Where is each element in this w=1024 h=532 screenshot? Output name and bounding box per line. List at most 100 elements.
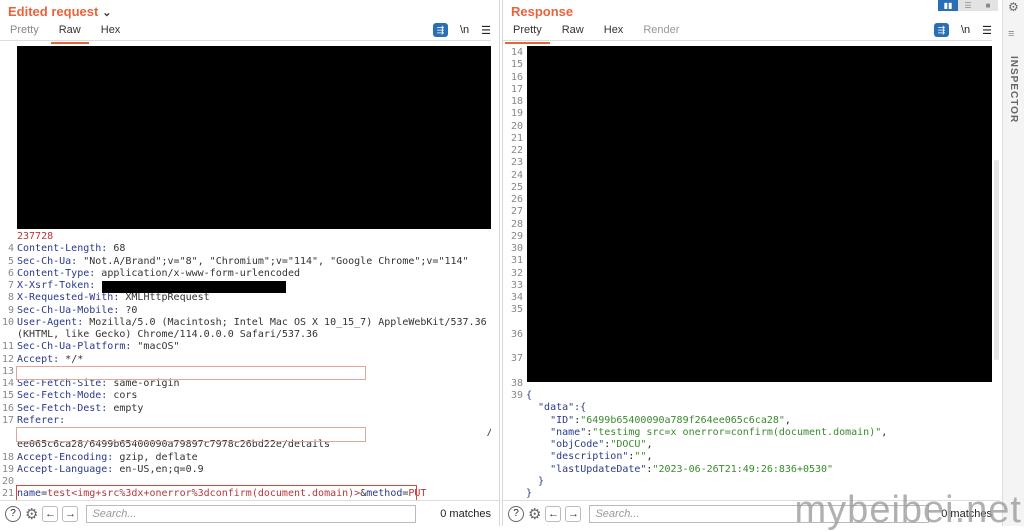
redaction-box bbox=[16, 365, 366, 380]
code-line: (KHTML, like Gecko) Chrome/114.0.0.0 Saf… bbox=[0, 329, 318, 341]
header-value: empty bbox=[107, 402, 144, 414]
wrap-lines-icon[interactable]: ⇶ bbox=[432, 23, 448, 37]
request-title[interactable]: Edited request ⌄ bbox=[8, 4, 112, 19]
json-value: "" bbox=[634, 451, 647, 463]
tab-pretty[interactable]: Pretty bbox=[503, 24, 552, 44]
newline-toggle[interactable]: \n bbox=[460, 24, 469, 36]
response-viewer[interactable]: 14 15 16 17 18 19 20 21 22 23 24 25 26 27 28 29 30 31 32 33… bbox=[503, 40, 992, 500]
line-number: 11 bbox=[1, 341, 14, 353]
header-name: Content-Length: bbox=[17, 243, 108, 255]
help-icon[interactable]: ? bbox=[508, 505, 524, 522]
split-view-icon[interactable]: ▮▮ bbox=[938, 0, 958, 11]
wrap-lines-icon[interactable]: ⇶ bbox=[933, 23, 949, 37]
tab-hex[interactable]: Hex bbox=[91, 24, 131, 40]
line-number: 18 bbox=[1, 451, 14, 463]
json-text: "data":{ bbox=[526, 402, 587, 414]
line-number: 32 bbox=[510, 267, 523, 279]
code-line: 13 bbox=[0, 366, 17, 378]
code-line: 38 bbox=[503, 378, 526, 390]
line-number: 38 bbox=[510, 377, 523, 389]
header-value: cors bbox=[107, 390, 138, 402]
code-line: 20 bbox=[0, 476, 17, 488]
line-number: 16 bbox=[1, 402, 14, 414]
code-line: 23 bbox=[503, 157, 526, 169]
code-line: 15 bbox=[503, 59, 526, 71]
previous-arrow-icon[interactable]: ← bbox=[42, 505, 59, 522]
next-arrow-icon[interactable]: → bbox=[62, 505, 79, 522]
tab-raw[interactable]: Raw bbox=[49, 24, 91, 44]
next-arrow-icon[interactable]: → bbox=[565, 505, 582, 522]
header-name: Sec-Ch-Ua: bbox=[17, 255, 78, 267]
code-line: 6 Content-Type: application/x-www-form-ur… bbox=[0, 268, 300, 280]
chevron-down-icon[interactable]: ⌄ bbox=[102, 7, 111, 19]
code-line: 31 bbox=[503, 255, 526, 267]
scrollbar[interactable] bbox=[994, 160, 999, 360]
newline-toggle[interactable]: \n bbox=[961, 24, 970, 36]
header-value: application/x-www-form-urlencoded bbox=[95, 267, 300, 279]
line-number: 22 bbox=[510, 145, 523, 156]
json-line: "name":"testimg src=x onerror=confirm(do… bbox=[550, 426, 888, 438]
code-line: 27 bbox=[503, 206, 526, 218]
previous-arrow-icon[interactable]: ← bbox=[545, 505, 562, 522]
settings-gear-icon[interactable]: ⚙ bbox=[1008, 0, 1019, 14]
request-panel: Edited request ⌄ Pretty Raw Hex ⇶ \n ☰ 2377… bbox=[0, 0, 500, 526]
tab-pretty[interactable]: Pretty bbox=[0, 24, 49, 40]
tab-raw[interactable]: Raw bbox=[552, 24, 594, 40]
header-value: (KHTML, like Gecko) Chrome/114.0.0.0 Saf… bbox=[17, 329, 319, 340]
code-line: 21 bbox=[503, 133, 526, 145]
line-number: 19 bbox=[510, 108, 523, 120]
line-number: 10 bbox=[1, 316, 14, 328]
line-number: 18 bbox=[510, 96, 523, 107]
menu-icon[interactable]: ☰ bbox=[481, 24, 491, 37]
code-line: 12 Accept: */* bbox=[0, 354, 83, 366]
single-view-icon[interactable]: ■ bbox=[978, 0, 998, 11]
code-line: 14 Sec-Fetch-Site: same-origin bbox=[0, 378, 180, 390]
tab-hex[interactable]: Hex bbox=[594, 24, 634, 40]
code-line: 15 Sec-Fetch-Mode: cors bbox=[0, 390, 137, 402]
header-value: "Not.A/Brand";v="8", "Chromium";v="114",… bbox=[77, 255, 469, 267]
help-icon[interactable]: ? bbox=[5, 505, 21, 522]
line-number: 6 bbox=[7, 267, 14, 279]
header-name: X-Requested-With: bbox=[17, 292, 120, 304]
line-number: 35 bbox=[510, 304, 523, 316]
tab-render[interactable]: Render bbox=[633, 24, 689, 40]
response-tabs: Pretty Raw Hex Render bbox=[503, 24, 689, 44]
line-number: 8 bbox=[7, 292, 14, 304]
request-editor[interactable]: 237728 4 Content-Length: 68 5 Sec-Ch-Ua: "No… bbox=[0, 40, 491, 500]
line-number: 27 bbox=[510, 206, 523, 218]
code-line: 18 bbox=[503, 96, 526, 108]
header-name: Content-Type: bbox=[17, 267, 96, 279]
code-line: 30 bbox=[503, 243, 526, 255]
code-line: 33 bbox=[503, 280, 526, 292]
line-number: 20 bbox=[1, 476, 14, 487]
line-number: 26 bbox=[510, 194, 523, 205]
header-name: Accept-Encoding: bbox=[17, 451, 114, 463]
search-input[interactable]: Search... bbox=[86, 504, 417, 523]
match-count: 0 matches bbox=[440, 507, 491, 520]
json-line: "description":"", bbox=[550, 451, 653, 463]
code-line: 8 X-Requested-With: XMLHttpRequest bbox=[0, 292, 210, 304]
json-text: { bbox=[526, 390, 533, 401]
line-number: 15 bbox=[1, 390, 14, 402]
json-value: "6499b65400090a789f264ee065c6ca28" bbox=[580, 414, 785, 426]
settings-gear-icon[interactable]: ⚙ bbox=[528, 505, 541, 523]
stacked-view-icon[interactable]: ☰ bbox=[958, 0, 978, 11]
filter-icon[interactable]: ≡ bbox=[1008, 28, 1014, 40]
inspector-tab[interactable]: INSPECTOR bbox=[1008, 56, 1019, 123]
line-number: 36 bbox=[510, 328, 523, 340]
line-number: 30 bbox=[510, 243, 523, 254]
settings-gear-icon[interactable]: ⚙ bbox=[25, 505, 38, 523]
inspector-sidebar: ⚙ ≡ INSPECTOR bbox=[1002, 0, 1024, 526]
code-line: 34 bbox=[503, 292, 526, 304]
code-line: 29 bbox=[503, 231, 526, 243]
line-number: 20 bbox=[510, 120, 523, 132]
line-number: 24 bbox=[510, 169, 523, 181]
line-number: 14 bbox=[1, 378, 14, 389]
body-n: 21 bbox=[1, 488, 14, 500]
json-value: "DOCU" bbox=[610, 439, 647, 450]
json-key: "lastUpdateDate" bbox=[550, 463, 647, 475]
menu-icon[interactable]: ☰ bbox=[982, 24, 992, 37]
json-line: "lastUpdateDate":"2023-06-26T21:49:26:83… bbox=[550, 463, 834, 475]
